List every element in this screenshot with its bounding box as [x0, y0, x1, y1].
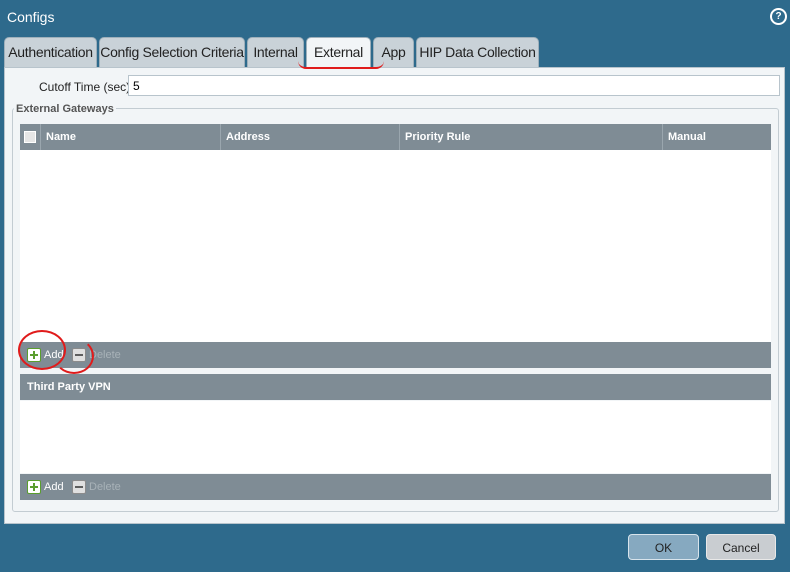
delete-label: Delete	[89, 481, 121, 493]
column-name[interactable]: Name	[40, 124, 220, 150]
add-label: Add	[44, 481, 64, 493]
gateways-table-body	[20, 150, 771, 342]
column-priority-rule[interactable]: Priority Rule	[399, 124, 662, 150]
vpn-toolbar: Add Delete	[20, 474, 771, 500]
cancel-button[interactable]: Cancel	[706, 534, 776, 560]
annotation-circle-delete	[54, 338, 94, 374]
ok-button[interactable]: OK	[628, 534, 699, 560]
window-title: Configs	[7, 9, 55, 25]
help-icon[interactable]: ?	[770, 8, 787, 25]
select-all-checkbox[interactable]	[24, 131, 36, 143]
gateways-table-header: Name Address Priority Rule Manual	[20, 124, 771, 150]
delete-vpn-button[interactable]: Delete	[72, 480, 121, 495]
column-manual[interactable]: Manual	[662, 124, 771, 150]
third-party-vpn-header: Third Party VPN	[20, 374, 771, 400]
third-party-vpn-table-body	[20, 401, 771, 473]
gateways-toolbar: Add Delete	[20, 342, 771, 368]
external-gateways-legend: External Gateways	[14, 103, 116, 115]
delete-icon	[72, 480, 86, 495]
title-bar: Configs ?	[0, 0, 790, 34]
column-address[interactable]: Address	[220, 124, 399, 150]
add-vpn-button[interactable]: Add	[27, 480, 64, 495]
tab-authentication[interactable]: Authentication	[4, 37, 97, 67]
add-icon	[27, 480, 41, 495]
cutoff-time-input[interactable]	[128, 75, 780, 96]
tab-config-selection-criteria[interactable]: Config Selection Criteria	[99, 37, 245, 67]
tab-internal[interactable]: Internal	[247, 37, 304, 67]
configs-panel: Cutoff Time (sec) External Gateways Name…	[4, 67, 785, 524]
annotation-underline	[298, 61, 384, 69]
third-party-vpn-title: Third Party VPN	[27, 381, 111, 393]
tab-hip-data-collection[interactable]: HIP Data Collection	[416, 37, 539, 67]
cutoff-time-label: Cutoff Time (sec)	[39, 80, 131, 94]
